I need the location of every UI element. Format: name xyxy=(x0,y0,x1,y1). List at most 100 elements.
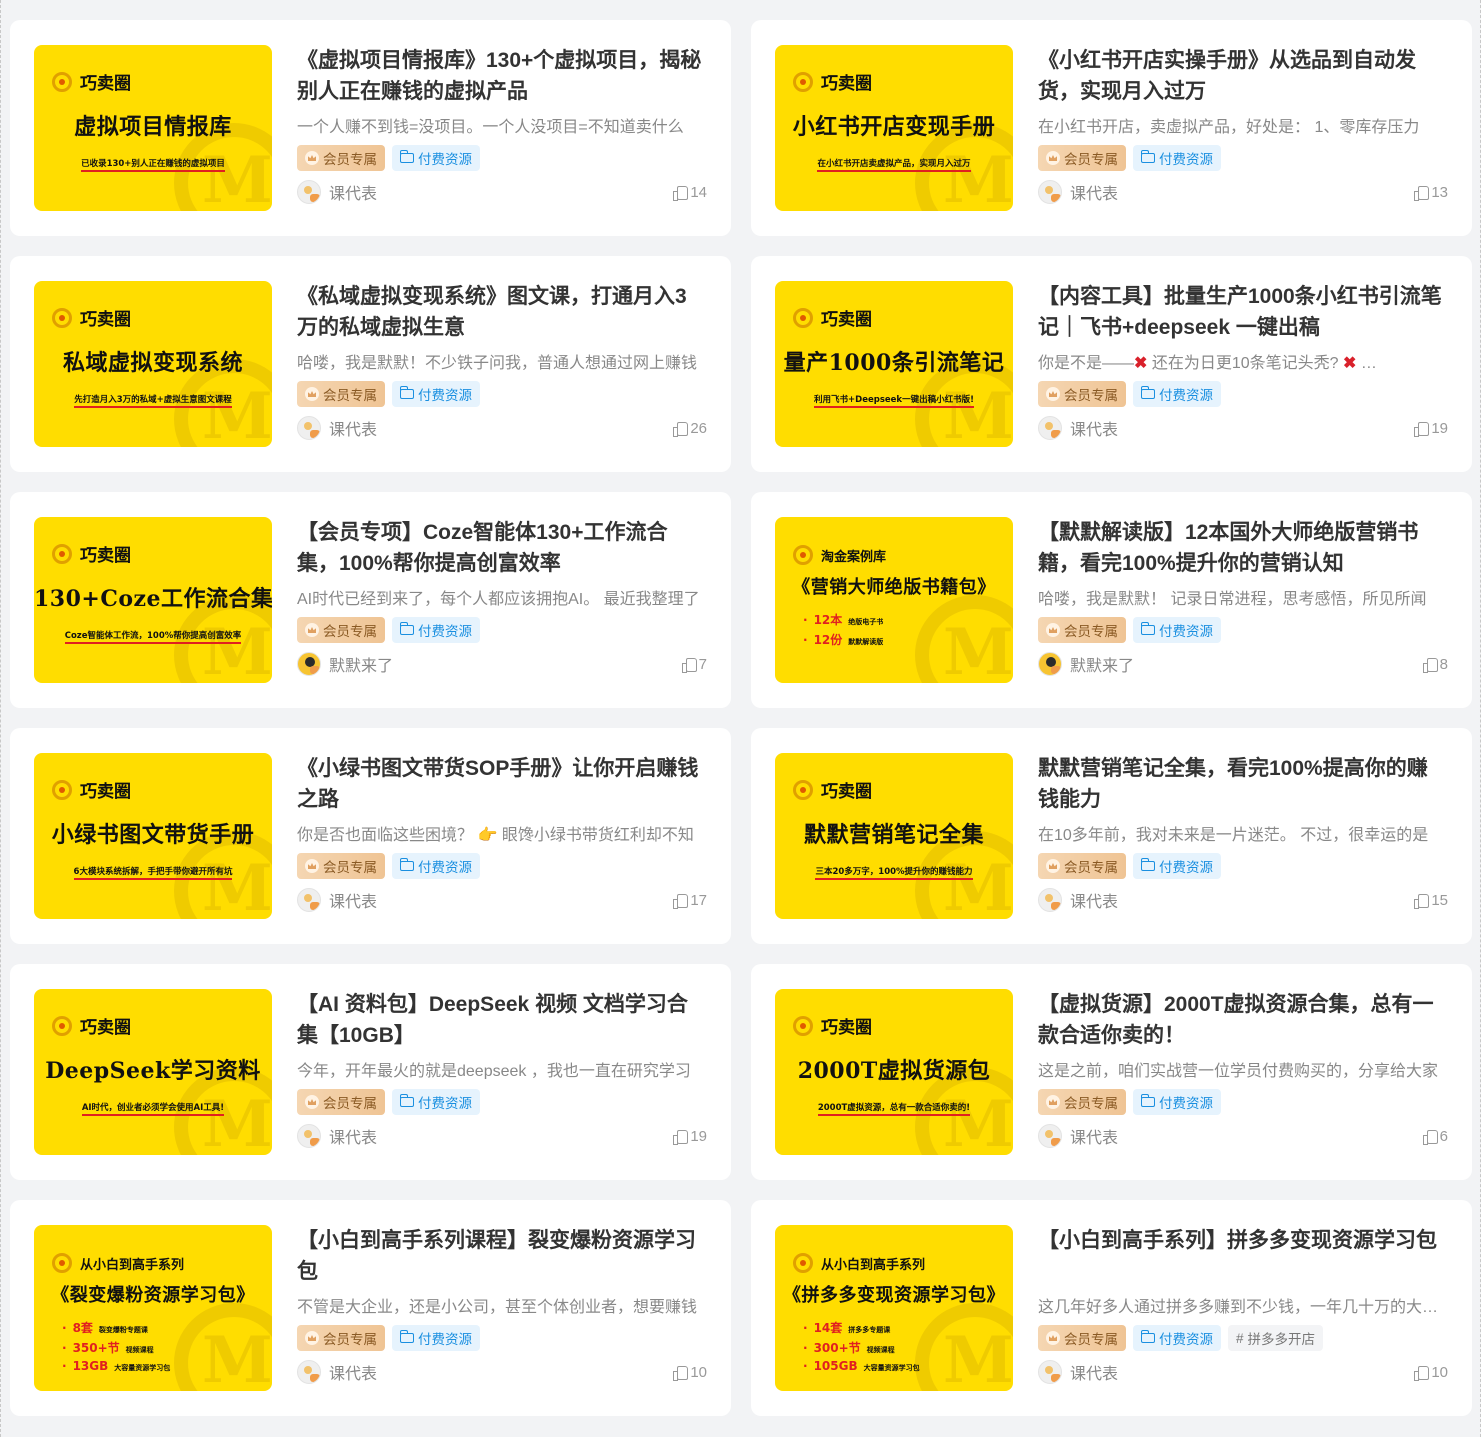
like-button[interactable]: 7 xyxy=(681,656,707,673)
vip-tag[interactable]: 会员专属 xyxy=(1038,1089,1126,1115)
article-card[interactable]: 巧卖圈默默营销笔记全集三本20多万字，100%提升你的赚钱能力默默营销笔记全集，… xyxy=(751,728,1472,944)
vip-tag[interactable]: 会员专属 xyxy=(297,617,385,643)
paid-resource-tag[interactable]: 付费资源 xyxy=(392,1089,480,1115)
author[interactable]: 课代表 xyxy=(297,1360,377,1384)
vip-tag[interactable]: 会员专属 xyxy=(1038,853,1126,879)
paid-resource-tag[interactable]: 付费资源 xyxy=(1133,145,1221,171)
article-card[interactable]: 淘金案例库《营销大师绝版书籍包》 · 12本绝版电子书 · 12份默默解读版 【默默解… xyxy=(751,492,1472,708)
like-button[interactable]: 6 xyxy=(1422,1128,1448,1145)
author[interactable]: 课代表 xyxy=(297,180,377,204)
author-name[interactable]: 课代表 xyxy=(329,416,377,440)
like-button[interactable]: 17 xyxy=(673,892,707,909)
article-card[interactable]: 从小白到高手系列《拼多多变现资源学习包》 · 14套拼多多专题课 · 300+节视频… xyxy=(751,1200,1472,1416)
vip-tag[interactable]: 会员专属 xyxy=(297,381,385,407)
author[interactable]: 默默来了 xyxy=(297,652,393,676)
like-button[interactable]: 19 xyxy=(673,1128,707,1145)
like-button[interactable]: 15 xyxy=(1414,892,1448,909)
avatar[interactable] xyxy=(1038,416,1062,440)
article-card[interactable]: 巧卖圈 DeepSeek学习资料 AI时代，创业者必须学会使用AI工具! 【AI 资料… xyxy=(10,964,731,1180)
article-card[interactable]: 巧卖圈量产1000条引流笔记利用飞书+Deepseek一键出稿小红书版! 【内容工… xyxy=(751,256,1472,472)
author[interactable]: 课代表 xyxy=(1038,1124,1118,1148)
article-title[interactable]: 《虚拟项目情报库》130+个虚拟项目，揭秘别人正在赚钱的虚拟产品 xyxy=(297,45,707,107)
article-title[interactable]: 《私域虚拟变现系统》图文课，打通月入3万的私域虚拟生意 xyxy=(297,281,707,343)
article-thumbnail[interactable]: 巧卖圈 DeepSeek学习资料 AI时代，创业者必须学会使用AI工具! xyxy=(34,989,272,1155)
avatar[interactable] xyxy=(1038,888,1062,912)
like-button[interactable]: 8 xyxy=(1422,656,1448,673)
paid-resource-tag[interactable]: 付费资源 xyxy=(1133,381,1221,407)
avatar[interactable] xyxy=(297,652,321,676)
avatar[interactable] xyxy=(1038,180,1062,204)
article-thumbnail[interactable]: 巧卖圈小绿书图文带货手册 6大模块系统拆解，手把手带你避开所有坑 xyxy=(34,753,272,919)
paid-resource-tag[interactable]: 付费资源 xyxy=(392,145,480,171)
article-thumbnail[interactable]: 从小白到高手系列《裂变爆粉资源学习包》 · 8套裂变爆粉专题课 · 350+节视频课… xyxy=(34,1225,272,1391)
article-thumbnail[interactable]: 巧卖圈默默营销笔记全集三本20多万字，100%提升你的赚钱能力 xyxy=(775,753,1013,919)
article-thumbnail[interactable]: 巧卖圈量产1000条引流笔记利用飞书+Deepseek一键出稿小红书版! xyxy=(775,281,1013,447)
paid-resource-tag[interactable]: 付费资源 xyxy=(392,853,480,879)
paid-resource-tag[interactable]: 付费资源 xyxy=(1133,617,1221,643)
vip-tag[interactable]: 会员专属 xyxy=(297,853,385,879)
article-title[interactable]: 默默营销笔记全集，看完100%提高你的赚钱能力 xyxy=(1038,753,1448,815)
article-card[interactable]: 巧卖圈虚拟项目情报库已收录130+别人正在赚钱的虚拟项目《虚拟项目情报库》130… xyxy=(10,20,731,236)
vip-tag[interactable]: 会员专属 xyxy=(1038,1325,1126,1351)
author-name[interactable]: 课代表 xyxy=(1070,180,1118,204)
like-button[interactable]: 10 xyxy=(1414,1364,1448,1381)
paid-resource-tag[interactable]: 付费资源 xyxy=(1133,853,1221,879)
article-thumbnail[interactable]: 巧卖圈私域虚拟变现系统先打造月入3万的私域+虚拟生意图文课程 xyxy=(34,281,272,447)
author-name[interactable]: 默默来了 xyxy=(329,652,393,676)
article-title[interactable]: 【内容工具】批量生产1000条小红书引流笔记｜飞书+deepseek 一键出稿 xyxy=(1038,281,1448,343)
article-title[interactable]: 【虚拟货源】2000T虚拟资源合集，总有一款合适你卖的！ xyxy=(1038,989,1448,1051)
author[interactable]: 默默来了 xyxy=(1038,652,1134,676)
author-name[interactable]: 课代表 xyxy=(329,1360,377,1384)
paid-resource-tag[interactable]: 付费资源 xyxy=(392,381,480,407)
like-button[interactable]: 13 xyxy=(1414,184,1448,201)
author-name[interactable]: 课代表 xyxy=(1070,888,1118,912)
author-name[interactable]: 课代表 xyxy=(329,1124,377,1148)
paid-resource-tag[interactable]: 付费资源 xyxy=(1133,1089,1221,1115)
author-name[interactable]: 默默来了 xyxy=(1070,652,1134,676)
vip-tag[interactable]: 会员专属 xyxy=(297,1089,385,1115)
article-thumbnail[interactable]: 淘金案例库《营销大师绝版书籍包》 · 12本绝版电子书 · 12份默默解读版 xyxy=(775,517,1013,683)
author[interactable]: 课代表 xyxy=(297,888,377,912)
article-title[interactable]: 【默默解读版】12本国外大师绝版营销书籍，看完100%提升你的营销认知 xyxy=(1038,517,1448,579)
article-card[interactable]: 巧卖圈 2000T虚拟货源包 2000T虚拟资源，总有一款合适你卖的! 【虚拟货源】2… xyxy=(751,964,1472,1180)
author[interactable]: 课代表 xyxy=(1038,888,1118,912)
author-name[interactable]: 课代表 xyxy=(329,888,377,912)
article-thumbnail[interactable]: 巧卖圈 2000T虚拟货源包 2000T虚拟资源，总有一款合适你卖的! xyxy=(775,989,1013,1155)
like-button[interactable]: 10 xyxy=(673,1364,707,1381)
author[interactable]: 课代表 xyxy=(1038,1360,1118,1384)
article-title[interactable]: 《小红书开店实操手册》从选品到自动发货，实现月入过万 xyxy=(1038,45,1448,107)
paid-resource-tag[interactable]: 付费资源 xyxy=(392,617,480,643)
paid-resource-tag[interactable]: 付费资源 xyxy=(392,1325,480,1351)
article-thumbnail[interactable]: 从小白到高手系列《拼多多变现资源学习包》 · 14套拼多多专题课 · 300+节视频… xyxy=(775,1225,1013,1391)
author-name[interactable]: 课代表 xyxy=(329,180,377,204)
author[interactable]: 课代表 xyxy=(1038,180,1118,204)
avatar[interactable] xyxy=(1038,1360,1062,1384)
author[interactable]: 课代表 xyxy=(297,1124,377,1148)
avatar[interactable] xyxy=(1038,652,1062,676)
article-card[interactable]: 巧卖圈 130+Coze工作流合集 Coze智能体工作流，100%帮你提高创富效率 【… xyxy=(10,492,731,708)
article-card[interactable]: 巧卖圈小绿书图文带货手册 6大模块系统拆解，手把手带你避开所有坑 《小绿书图文带货S… xyxy=(10,728,731,944)
avatar[interactable] xyxy=(1038,1124,1062,1148)
article-title[interactable]: 【AI 资料包】DeepSeek 视频 文档学习合集【10GB】 xyxy=(297,989,707,1051)
topic-tag[interactable]: # 拼多多开店 xyxy=(1228,1325,1324,1351)
author-name[interactable]: 课代表 xyxy=(1070,1124,1118,1148)
vip-tag[interactable]: 会员专属 xyxy=(297,1325,385,1351)
article-card[interactable]: 巧卖圈私域虚拟变现系统先打造月入3万的私域+虚拟生意图文课程《私域虚拟变现系统》… xyxy=(10,256,731,472)
article-title[interactable]: 【小白到高手系列课程】裂变爆粉资源学习包 xyxy=(297,1225,707,1287)
vip-tag[interactable]: 会员专属 xyxy=(1038,617,1126,643)
author-name[interactable]: 课代表 xyxy=(1070,416,1118,440)
vip-tag[interactable]: 会员专属 xyxy=(1038,145,1126,171)
article-title[interactable]: 《小绿书图文带货SOP手册》让你开启赚钱之路 xyxy=(297,753,707,815)
article-card[interactable]: 巧卖圈小红书开店变现手册在小红书开店卖虚拟产品，实现月入过万《小红书开店实操手册… xyxy=(751,20,1472,236)
article-thumbnail[interactable]: 巧卖圈 130+Coze工作流合集 Coze智能体工作流，100%帮你提高创富效率 xyxy=(34,517,272,683)
article-title[interactable]: 【小白到高手系列】拼多多变现资源学习包 xyxy=(1038,1225,1448,1287)
avatar[interactable] xyxy=(297,888,321,912)
article-thumbnail[interactable]: 巧卖圈虚拟项目情报库已收录130+别人正在赚钱的虚拟项目 xyxy=(34,45,272,211)
like-button[interactable]: 14 xyxy=(673,184,707,201)
article-card[interactable]: 从小白到高手系列《裂变爆粉资源学习包》 · 8套裂变爆粉专题课 · 350+节视频课… xyxy=(10,1200,731,1416)
like-button[interactable]: 26 xyxy=(673,420,707,437)
author-name[interactable]: 课代表 xyxy=(1070,1360,1118,1384)
vip-tag[interactable]: 会员专属 xyxy=(297,145,385,171)
paid-resource-tag[interactable]: 付费资源 xyxy=(1133,1325,1221,1351)
avatar[interactable] xyxy=(297,416,321,440)
